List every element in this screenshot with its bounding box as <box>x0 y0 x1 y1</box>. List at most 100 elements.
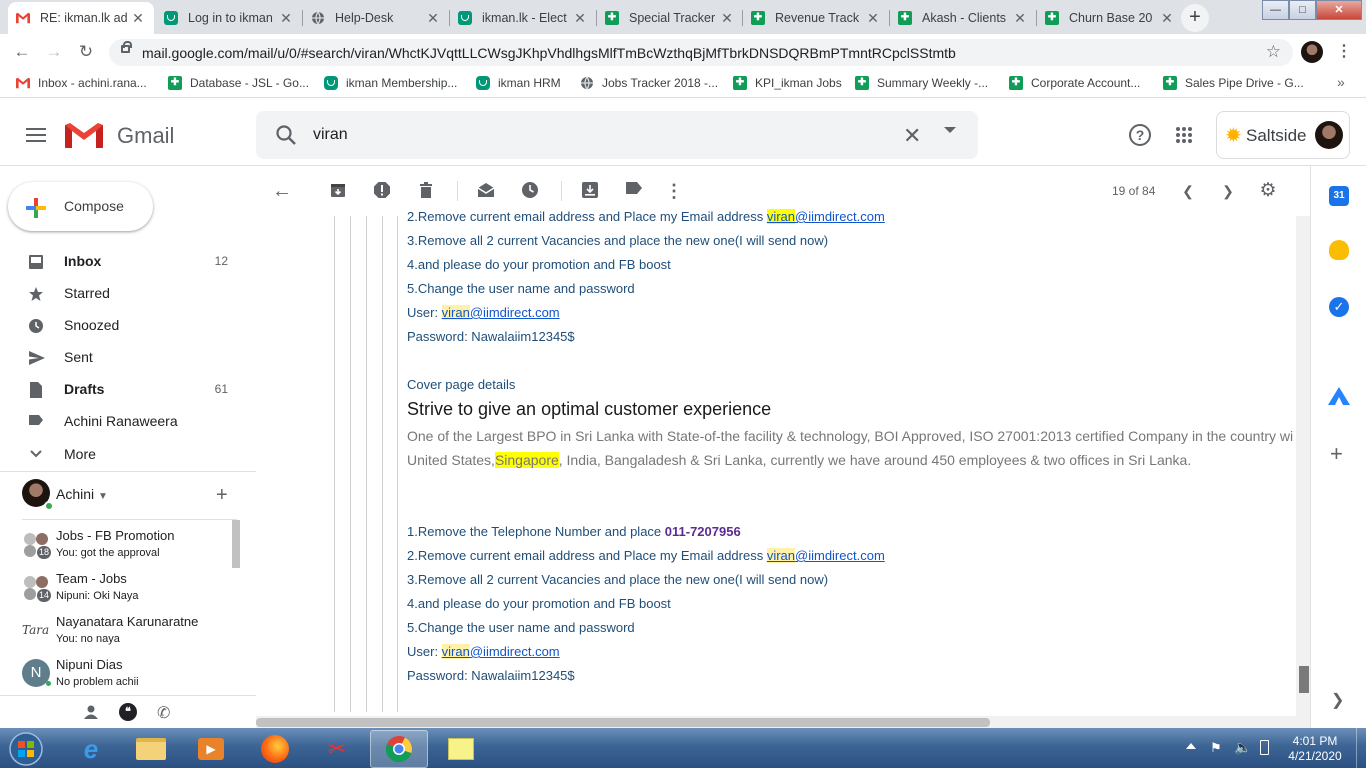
close-tab-icon[interactable]: ✕ <box>865 10 881 27</box>
browser-tab[interactable]: Help-Desk ✕ <box>303 2 449 34</box>
archive-icon[interactable] <box>328 181 348 201</box>
get-addons-icon[interactable]: + <box>1330 441 1343 467</box>
maximize-window-button[interactable]: □ <box>1289 0 1316 20</box>
bookmark-item[interactable]: ikman Membership... <box>324 76 457 90</box>
browser-tab[interactable]: ✚ Akash - Clients ✕ <box>890 2 1036 34</box>
address-bar[interactable]: mail.google.com/mail/u/0/#search/viran/W… <box>109 39 1293 66</box>
browser-menu-icon[interactable]: ⋮ <box>1334 41 1354 63</box>
tasks-icon[interactable]: ✓ <box>1329 297 1349 317</box>
mail-search-box[interactable]: viran ✕ <box>256 111 978 159</box>
nav-item-starred[interactable]: Starred <box>0 278 256 310</box>
taskbar-firefox-icon[interactable] <box>246 730 304 768</box>
bookmark-star-icon[interactable]: ☆ <box>1266 42 1281 62</box>
horizontal-scroll-thumb[interactable] <box>256 718 990 727</box>
back-to-search-icon[interactable]: ← <box>272 181 292 201</box>
bookmark-item[interactable]: ✚ KPI_ikman Jobs <box>733 76 842 90</box>
close-tab-icon[interactable]: ✕ <box>1159 10 1175 27</box>
action-center-flag-icon[interactable]: ⚑ <box>1210 740 1222 756</box>
taskbar-snipping-tool-icon[interactable]: ✂ <box>308 730 366 768</box>
main-menu-icon[interactable] <box>26 128 46 142</box>
user-email-link[interactable]: viran@iimdirect.com <box>441 305 560 320</box>
bookmark-item[interactable]: ikman HRM <box>476 76 561 90</box>
show-hidden-icons[interactable] <box>1186 743 1196 749</box>
nav-item-snoozed[interactable]: Snoozed <box>0 310 256 342</box>
bookmarks-overflow-icon[interactable]: » <box>1337 74 1345 90</box>
browser-tab[interactable]: ✚ Churn Base 20 ✕ <box>1037 2 1183 34</box>
browser-tab[interactable]: Log in to ikman ✕ <box>156 2 302 34</box>
minimize-window-button[interactable]: — <box>1262 0 1289 20</box>
chat-conversation[interactable]: Tara Nayanatara Karunaratne You: no naya <box>0 610 256 653</box>
system-clock[interactable]: 4:01 PM 4/21/2020 <box>1283 734 1347 764</box>
compose-button[interactable]: Compose <box>8 182 153 231</box>
chat-user-name[interactable]: Achini ▼ <box>56 486 108 502</box>
nav-item-achini-ranaweera[interactable]: Achini Ranaweera <box>0 406 256 438</box>
older-icon[interactable]: ❯ <box>1218 181 1238 201</box>
help-icon[interactable]: ? <box>1129 124 1151 146</box>
close-tab-icon[interactable]: ✕ <box>719 10 735 27</box>
phone-number[interactable]: 011-7207956 <box>665 524 741 539</box>
close-tab-icon[interactable]: ✕ <box>1012 10 1028 27</box>
taskbar-media-player-icon[interactable]: ▶ <box>182 730 240 768</box>
vertical-scroll-thumb[interactable] <box>1299 666 1309 693</box>
start-button[interactable] <box>6 730 46 768</box>
phone-icon[interactable]: ✆ <box>157 703 170 723</box>
close-window-button[interactable]: ✕ <box>1316 0 1362 20</box>
email-link[interactable]: viran@iimdirect.com <box>766 548 885 563</box>
contacts-icon[interactable] <box>83 704 99 720</box>
calendar-icon[interactable]: 31 <box>1329 186 1349 206</box>
message-vertical-scrollbar[interactable] <box>1296 216 1310 716</box>
back-button[interactable]: ← <box>10 40 34 64</box>
account-avatar[interactable] <box>1315 121 1343 149</box>
bookmark-item[interactable]: Inbox - achini.rana... <box>16 76 147 90</box>
browser-tab[interactable]: ikman.lk - Elect ✕ <box>450 2 596 34</box>
nav-item-more[interactable]: More <box>0 439 256 471</box>
hangouts-icon[interactable]: ❝ <box>119 703 137 721</box>
expand-panel-icon[interactable]: ❯ <box>1331 690 1344 710</box>
snooze-icon[interactable] <box>520 181 540 201</box>
new-tab-button[interactable]: + <box>1181 4 1209 32</box>
nav-item-drafts[interactable]: Drafts 61 <box>0 374 256 406</box>
new-chat-icon[interactable]: + <box>216 484 228 507</box>
chat-conversation[interactable]: 14 Team - Jobs Nipuni: Oki Naya <box>0 567 256 610</box>
newer-icon[interactable]: ❮ <box>1178 181 1198 201</box>
settings-gear-icon[interactable]: ⚙ <box>1258 181 1278 201</box>
search-icon[interactable] <box>275 124 297 149</box>
bookmark-item[interactable]: ✚ Sales Pipe Drive - G... <box>1163 76 1304 90</box>
volume-icon[interactable]: 🔈 <box>1234 739 1251 756</box>
delete-icon[interactable] <box>416 181 436 201</box>
taskbar-file-explorer-icon[interactable] <box>122 730 180 768</box>
taskbar-chrome-icon[interactable] <box>370 730 428 768</box>
email-link[interactable]: viran@iimdirect.com <box>766 209 885 224</box>
bookmark-item[interactable]: ✚ Corporate Account... <box>1009 76 1140 90</box>
search-options-icon[interactable] <box>944 127 956 133</box>
bookmark-item[interactable]: ✚ Summary Weekly -... <box>855 76 988 90</box>
browser-tab[interactable]: ✚ Special Tracker ✕ <box>597 2 743 34</box>
battery-icon[interactable] <box>1260 740 1269 755</box>
chat-conversation[interactable]: 18 Jobs - FB Promotion You: got the approv… <box>0 524 256 567</box>
clear-search-icon[interactable]: ✕ <box>903 123 921 149</box>
profile-avatar[interactable] <box>1301 41 1323 63</box>
atlassian-addon-icon[interactable] <box>1328 387 1350 408</box>
apps-grid-icon[interactable] <box>1175 126 1193 144</box>
close-tab-icon[interactable]: ✕ <box>572 10 588 27</box>
browser-tab[interactable]: ✚ Revenue Track ✕ <box>743 2 889 34</box>
bookmark-item[interactable]: Jobs Tracker 2018 -... <box>580 76 718 90</box>
gmail-logo-icon[interactable] <box>64 121 104 149</box>
nav-item-inbox[interactable]: Inbox 12 <box>0 246 256 278</box>
move-to-icon[interactable] <box>580 181 600 201</box>
user-email-link[interactable]: viran@iimdirect.com <box>441 644 560 659</box>
keep-icon[interactable] <box>1329 240 1349 260</box>
nav-item-sent[interactable]: Sent <box>0 342 256 374</box>
report-spam-icon[interactable] <box>372 181 392 201</box>
browser-tab[interactable]: RE: ikman.lk ad ✕ <box>8 2 154 34</box>
label-as-icon[interactable] <box>624 181 644 201</box>
taskbar-sticky-notes-icon[interactable] <box>432 730 490 768</box>
close-tab-icon[interactable]: ✕ <box>130 10 146 27</box>
show-desktop-button[interactable] <box>1356 728 1366 768</box>
account-switcher[interactable]: ✹ Saltside <box>1216 111 1350 159</box>
more-actions-icon[interactable]: ⋮ <box>664 181 684 201</box>
close-tab-icon[interactable]: ✕ <box>278 10 294 27</box>
chat-scrollbar[interactable] <box>232 520 240 568</box>
forward-button[interactable]: → <box>42 40 66 64</box>
close-tab-icon[interactable]: ✕ <box>425 10 441 27</box>
